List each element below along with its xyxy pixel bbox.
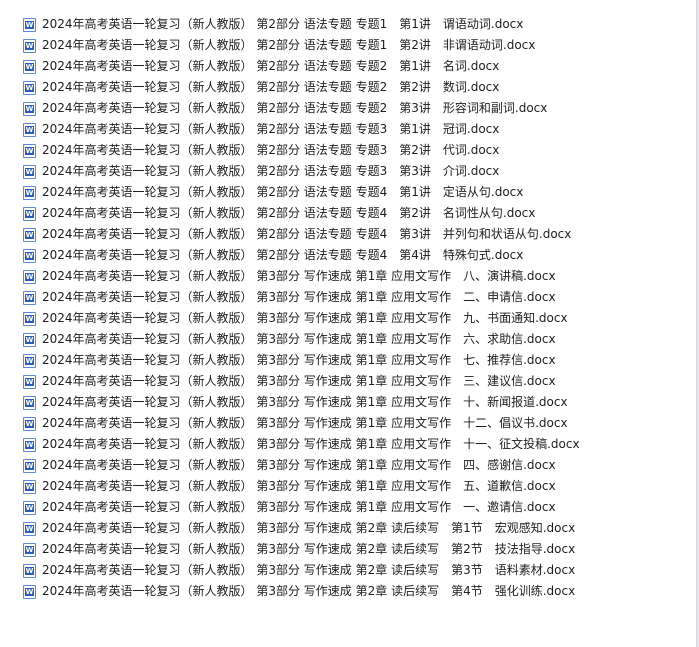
file-item[interactable]: 2024年高考英语一轮复习（新人教版） 第2部分 语法专题 专题3 第1讲 冠词… (0, 119, 695, 140)
file-name: 2024年高考英语一轮复习（新人教版） 第3部分 写作速成 第1章 应用文写作 … (42, 269, 556, 283)
file-item[interactable]: 2024年高考英语一轮复习（新人教版） 第3部分 写作速成 第1章 应用文写作 … (0, 434, 695, 455)
word-doc-icon (23, 542, 36, 557)
file-name: 2024年高考英语一轮复习（新人教版） 第3部分 写作速成 第1章 应用文写作 … (42, 395, 568, 409)
file-name: 2024年高考英语一轮复习（新人教版） 第2部分 语法专题 专题4 第4讲 特殊… (42, 248, 524, 262)
word-doc-icon (23, 311, 36, 326)
file-item[interactable]: 2024年高考英语一轮复习（新人教版） 第3部分 写作速成 第1章 应用文写作 … (0, 392, 695, 413)
word-doc-icon (23, 206, 36, 221)
file-item[interactable]: 2024年高考英语一轮复习（新人教版） 第3部分 写作速成 第1章 应用文写作 … (0, 413, 695, 434)
file-name: 2024年高考英语一轮复习（新人教版） 第2部分 语法专题 专题1 第2讲 非谓… (42, 38, 536, 52)
file-name: 2024年高考英语一轮复习（新人教版） 第3部分 写作速成 第2章 读后续写 第… (42, 584, 576, 598)
file-name: 2024年高考英语一轮复习（新人教版） 第3部分 写作速成 第1章 应用文写作 … (42, 374, 556, 388)
file-name: 2024年高考英语一轮复习（新人教版） 第3部分 写作速成 第1章 应用文写作 … (42, 311, 568, 325)
file-item[interactable]: 2024年高考英语一轮复习（新人教版） 第3部分 写作速成 第1章 应用文写作 … (0, 308, 695, 329)
word-doc-icon (23, 38, 36, 53)
word-doc-icon (23, 185, 36, 200)
file-item[interactable]: 2024年高考英语一轮复习（新人教版） 第2部分 语法专题 专题2 第1讲 名词… (0, 56, 695, 77)
file-name: 2024年高考英语一轮复习（新人教版） 第3部分 写作速成 第1章 应用文写作 … (42, 500, 556, 514)
file-name: 2024年高考英语一轮复习（新人教版） 第2部分 语法专题 专题3 第2讲 代词… (42, 143, 500, 157)
file-name: 2024年高考英语一轮复习（新人教版） 第2部分 语法专题 专题4 第2讲 名词… (42, 206, 536, 220)
word-doc-icon (23, 353, 36, 368)
file-item[interactable]: 2024年高考英语一轮复习（新人教版） 第2部分 语法专题 专题4 第4讲 特殊… (0, 245, 695, 266)
file-name: 2024年高考英语一轮复习（新人教版） 第3部分 写作速成 第1章 应用文写作 … (42, 332, 556, 346)
file-name: 2024年高考英语一轮复习（新人教版） 第2部分 语法专题 专题4 第3讲 并列… (42, 227, 572, 241)
word-doc-icon (23, 395, 36, 410)
file-item[interactable]: 2024年高考英语一轮复习（新人教版） 第2部分 语法专题 专题3 第2讲 代词… (0, 140, 695, 161)
file-name: 2024年高考英语一轮复习（新人教版） 第2部分 语法专题 专题4 第1讲 定语… (42, 185, 524, 199)
file-item[interactable]: 2024年高考英语一轮复习（新人教版） 第2部分 语法专题 专题2 第2讲 数词… (0, 77, 695, 98)
word-doc-icon (23, 563, 36, 578)
file-item[interactable]: 2024年高考英语一轮复习（新人教版） 第3部分 写作速成 第1章 应用文写作 … (0, 476, 695, 497)
word-doc-icon (23, 416, 36, 431)
file-item[interactable]: 2024年高考英语一轮复习（新人教版） 第2部分 语法专题 专题1 第2讲 非谓… (0, 35, 695, 56)
word-doc-icon (23, 122, 36, 137)
word-doc-icon (23, 479, 36, 494)
word-doc-icon (23, 437, 36, 452)
file-name: 2024年高考英语一轮复习（新人教版） 第2部分 语法专题 专题3 第3讲 介词… (42, 164, 500, 178)
file-item[interactable]: 2024年高考英语一轮复习（新人教版） 第3部分 写作速成 第2章 读后续写 第… (0, 560, 695, 581)
word-doc-icon (23, 584, 36, 599)
file-item[interactable]: 2024年高考英语一轮复习（新人教版） 第3部分 写作速成 第1章 应用文写作 … (0, 455, 695, 476)
file-name: 2024年高考英语一轮复习（新人教版） 第3部分 写作速成 第1章 应用文写作 … (42, 290, 556, 304)
file-list: 2024年高考英语一轮复习（新人教版） 第2部分 语法专题 专题1 第1讲 谓语… (0, 14, 695, 602)
file-name: 2024年高考英语一轮复习（新人教版） 第2部分 语法专题 专题3 第1讲 冠词… (42, 122, 500, 136)
file-item[interactable]: 2024年高考英语一轮复习（新人教版） 第3部分 写作速成 第1章 应用文写作 … (0, 350, 695, 371)
file-item[interactable]: 2024年高考英语一轮复习（新人教版） 第3部分 写作速成 第2章 读后续写 第… (0, 581, 695, 602)
file-item[interactable]: 2024年高考英语一轮复习（新人教版） 第2部分 语法专题 专题4 第1讲 定语… (0, 182, 695, 203)
file-name: 2024年高考英语一轮复习（新人教版） 第3部分 写作速成 第2章 读后续写 第… (42, 563, 576, 577)
file-item[interactable]: 2024年高考英语一轮复习（新人教版） 第3部分 写作速成 第2章 读后续写 第… (0, 539, 695, 560)
file-item[interactable]: 2024年高考英语一轮复习（新人教版） 第2部分 语法专题 专题4 第3讲 并列… (0, 224, 695, 245)
word-doc-icon (23, 59, 36, 74)
word-doc-icon (23, 227, 36, 242)
file-name: 2024年高考英语一轮复习（新人教版） 第2部分 语法专题 专题2 第3讲 形容… (42, 101, 548, 115)
file-item[interactable]: 2024年高考英语一轮复习（新人教版） 第2部分 语法专题 专题2 第3讲 形容… (0, 98, 695, 119)
file-name: 2024年高考英语一轮复习（新人教版） 第3部分 写作速成 第1章 应用文写作 … (42, 416, 568, 430)
file-item[interactable]: 2024年高考英语一轮复习（新人教版） 第2部分 语法专题 专题3 第3讲 介词… (0, 161, 695, 182)
file-item[interactable]: 2024年高考英语一轮复习（新人教版） 第3部分 写作速成 第1章 应用文写作 … (0, 329, 695, 350)
file-name: 2024年高考英语一轮复习（新人教版） 第3部分 写作速成 第1章 应用文写作 … (42, 479, 556, 493)
word-doc-icon (23, 143, 36, 158)
file-name: 2024年高考英语一轮复习（新人教版） 第3部分 写作速成 第1章 应用文写作 … (42, 458, 556, 472)
word-doc-icon (23, 248, 36, 263)
word-doc-icon (23, 332, 36, 347)
file-item[interactable]: 2024年高考英语一轮复习（新人教版） 第3部分 写作速成 第1章 应用文写作 … (0, 287, 695, 308)
file-name: 2024年高考英语一轮复习（新人教版） 第3部分 写作速成 第1章 应用文写作 … (42, 437, 580, 451)
word-doc-icon (23, 101, 36, 116)
file-name: 2024年高考英语一轮复习（新人教版） 第3部分 写作速成 第2章 读后续写 第… (42, 521, 576, 535)
file-name: 2024年高考英语一轮复习（新人教版） 第2部分 语法专题 专题1 第1讲 谓语… (42, 17, 524, 31)
file-item[interactable]: 2024年高考英语一轮复习（新人教版） 第3部分 写作速成 第1章 应用文写作 … (0, 497, 695, 518)
file-item[interactable]: 2024年高考英语一轮复习（新人教版） 第3部分 写作速成 第1章 应用文写作 … (0, 371, 695, 392)
word-doc-icon (23, 290, 36, 305)
word-doc-icon (23, 374, 36, 389)
file-name: 2024年高考英语一轮复习（新人教版） 第2部分 语法专题 专题2 第2讲 数词… (42, 80, 500, 94)
word-doc-icon (23, 164, 36, 179)
file-name: 2024年高考英语一轮复习（新人教版） 第2部分 语法专题 专题2 第1讲 名词… (42, 59, 500, 73)
file-explorer-window: 2024年高考英语一轮复习（新人教版） 第2部分 语法专题 专题1 第1讲 谓语… (0, 0, 699, 647)
file-item[interactable]: 2024年高考英语一轮复习（新人教版） 第2部分 语法专题 专题1 第1讲 谓语… (0, 14, 695, 35)
word-doc-icon (23, 500, 36, 515)
file-name: 2024年高考英语一轮复习（新人教版） 第3部分 写作速成 第2章 读后续写 第… (42, 542, 576, 556)
word-doc-icon (23, 458, 36, 473)
word-doc-icon (23, 80, 36, 95)
file-name: 2024年高考英语一轮复习（新人教版） 第3部分 写作速成 第1章 应用文写作 … (42, 353, 556, 367)
word-doc-icon (23, 17, 36, 32)
word-doc-icon (23, 269, 36, 284)
file-item[interactable]: 2024年高考英语一轮复习（新人教版） 第3部分 写作速成 第2章 读后续写 第… (0, 518, 695, 539)
word-doc-icon (23, 521, 36, 536)
file-item[interactable]: 2024年高考英语一轮复习（新人教版） 第3部分 写作速成 第1章 应用文写作 … (0, 266, 695, 287)
file-item[interactable]: 2024年高考英语一轮复习（新人教版） 第2部分 语法专题 专题4 第2讲 名词… (0, 203, 695, 224)
